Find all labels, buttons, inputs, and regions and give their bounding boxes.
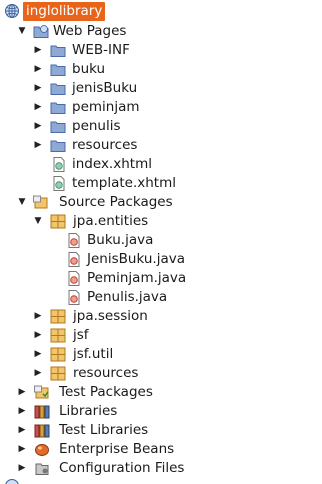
tree-node-package[interactable]: ▶ jsf [0,326,322,345]
folder-label: buku [72,60,105,79]
folder-icon [50,100,66,115]
test-packages-icon [34,385,50,400]
web-project-globe-icon [4,3,20,18]
test-libraries-icon [34,423,50,438]
folder-icon [50,119,66,134]
tree-node-enterprise-beans[interactable]: ▶ Enterprise Beans [0,440,322,459]
project-name-label: inglolibrary [23,2,105,21]
folder-label: WEB-INF [72,41,130,60]
expand-toggle-icon[interactable]: ▶ [32,136,44,155]
tree-node-package[interactable]: ▼ jpa.entities [0,212,322,231]
folder-label: resources [72,136,137,155]
file-label: index.xhtml [72,155,152,174]
tree-node-file[interactable]: template.xhtml [0,174,322,193]
java-file-label: Buku.java [87,231,153,250]
tree-node-test-libraries[interactable]: ▶ Test Libraries [0,421,322,440]
java-class-icon [66,290,82,305]
package-label: jsf [73,326,89,345]
node-label: Libraries [59,402,117,421]
package-icon [50,366,66,381]
expand-toggle-icon[interactable]: ▶ [32,345,44,364]
tree-node-java-file[interactable]: Penulis.java [0,288,322,307]
tree-node-libraries[interactable]: ▶ Libraries [0,402,322,421]
web-pages-icon [33,24,49,39]
package-icon [50,328,66,343]
tree-node-java-file[interactable]: Peminjam.java [0,269,322,288]
package-label: jpa.session [73,307,148,326]
tree-node-configuration-files[interactable]: ▶ Configuration Files [0,459,322,478]
folder-icon [50,81,66,96]
collapse-toggle-icon[interactable]: ▼ [16,193,28,212]
expand-toggle-icon[interactable]: ▶ [16,440,28,459]
next-project-row-partial [0,478,322,484]
java-file-label: Peminjam.java [87,269,186,288]
collapse-toggle-icon[interactable]: ▼ [16,22,28,41]
expand-toggle-icon[interactable]: ▶ [32,307,44,326]
tree-node-java-file[interactable]: Buku.java [0,231,322,250]
java-class-icon [66,233,82,248]
node-label: Test Libraries [59,421,148,440]
expand-toggle-icon[interactable]: ▶ [16,459,28,478]
expand-toggle-icon[interactable]: ▶ [32,326,44,345]
tree-node-java-file[interactable]: JenisBuku.java [0,250,322,269]
folder-label: penulis [72,117,121,136]
xhtml-file-icon [51,157,67,172]
expand-toggle-icon[interactable]: ▶ [16,402,28,421]
expand-toggle-icon[interactable]: ▶ [32,117,44,136]
package-icon [50,309,66,324]
java-class-icon [66,271,82,286]
expand-toggle-icon[interactable]: ▶ [32,41,44,60]
node-label: Enterprise Beans [59,440,174,459]
expand-toggle-icon[interactable]: ▶ [16,421,28,440]
package-icon [50,214,66,229]
tree-node-folder[interactable]: ▶ resources [0,136,322,155]
expand-toggle-icon[interactable]: ▶ [32,79,44,98]
tree-node-folder[interactable]: ▶ peminjam [0,98,322,117]
source-packages-label: Source Packages [59,193,173,212]
tree-node-test-packages[interactable]: ▶ Test Packages [0,383,322,402]
source-packages-icon [33,195,49,210]
folder-icon [50,138,66,153]
package-label: resources [73,364,138,383]
folder-icon [50,43,66,58]
configuration-files-icon [34,461,50,476]
tree-node-file[interactable]: index.xhtml [0,155,322,174]
tree-node-package[interactable]: ▶ jsf.util [0,345,322,364]
node-label: Test Packages [59,383,153,402]
expand-toggle-icon[interactable]: ▶ [32,98,44,117]
folder-icon [50,62,66,77]
package-label: jsf.util [73,345,113,364]
tree-node-folder[interactable]: ▶ buku [0,60,322,79]
node-label: Configuration Files [59,459,184,478]
xhtml-file-icon [51,176,67,191]
tree-node-project[interactable]: inglolibrary [0,2,322,21]
tree-node-folder[interactable]: ▶ jenisBuku [0,79,322,98]
tree-node-folder[interactable]: ▶ penulis [0,117,322,136]
web-project-globe-icon [4,478,24,484]
enterprise-beans-icon [34,442,50,457]
java-file-label: Penulis.java [87,288,167,307]
tree-node-package[interactable]: ▶ jpa.session [0,307,322,326]
package-label: jpa.entities [73,212,148,231]
expand-toggle-icon[interactable]: ▶ [32,364,44,383]
expand-toggle-icon[interactable]: ▶ [32,60,44,79]
tree-node-folder[interactable]: ▶ WEB-INF [0,41,322,60]
web-pages-label: Web Pages [53,22,126,41]
tree-node-source-packages[interactable]: ▼ Source Packages [0,193,322,212]
java-class-icon [66,252,82,267]
expand-toggle-icon[interactable]: ▶ [16,383,28,402]
java-file-label: JenisBuku.java [87,250,185,269]
tree-node-package[interactable]: ▶ resources [0,364,322,383]
package-icon [50,347,66,362]
folder-label: peminjam [72,98,140,117]
file-label: template.xhtml [72,174,176,193]
libraries-icon [34,404,50,419]
collapse-toggle-icon[interactable]: ▼ [32,212,44,231]
tree-node-web-pages[interactable]: ▼ Web Pages [0,22,322,41]
folder-label: jenisBuku [72,79,137,98]
